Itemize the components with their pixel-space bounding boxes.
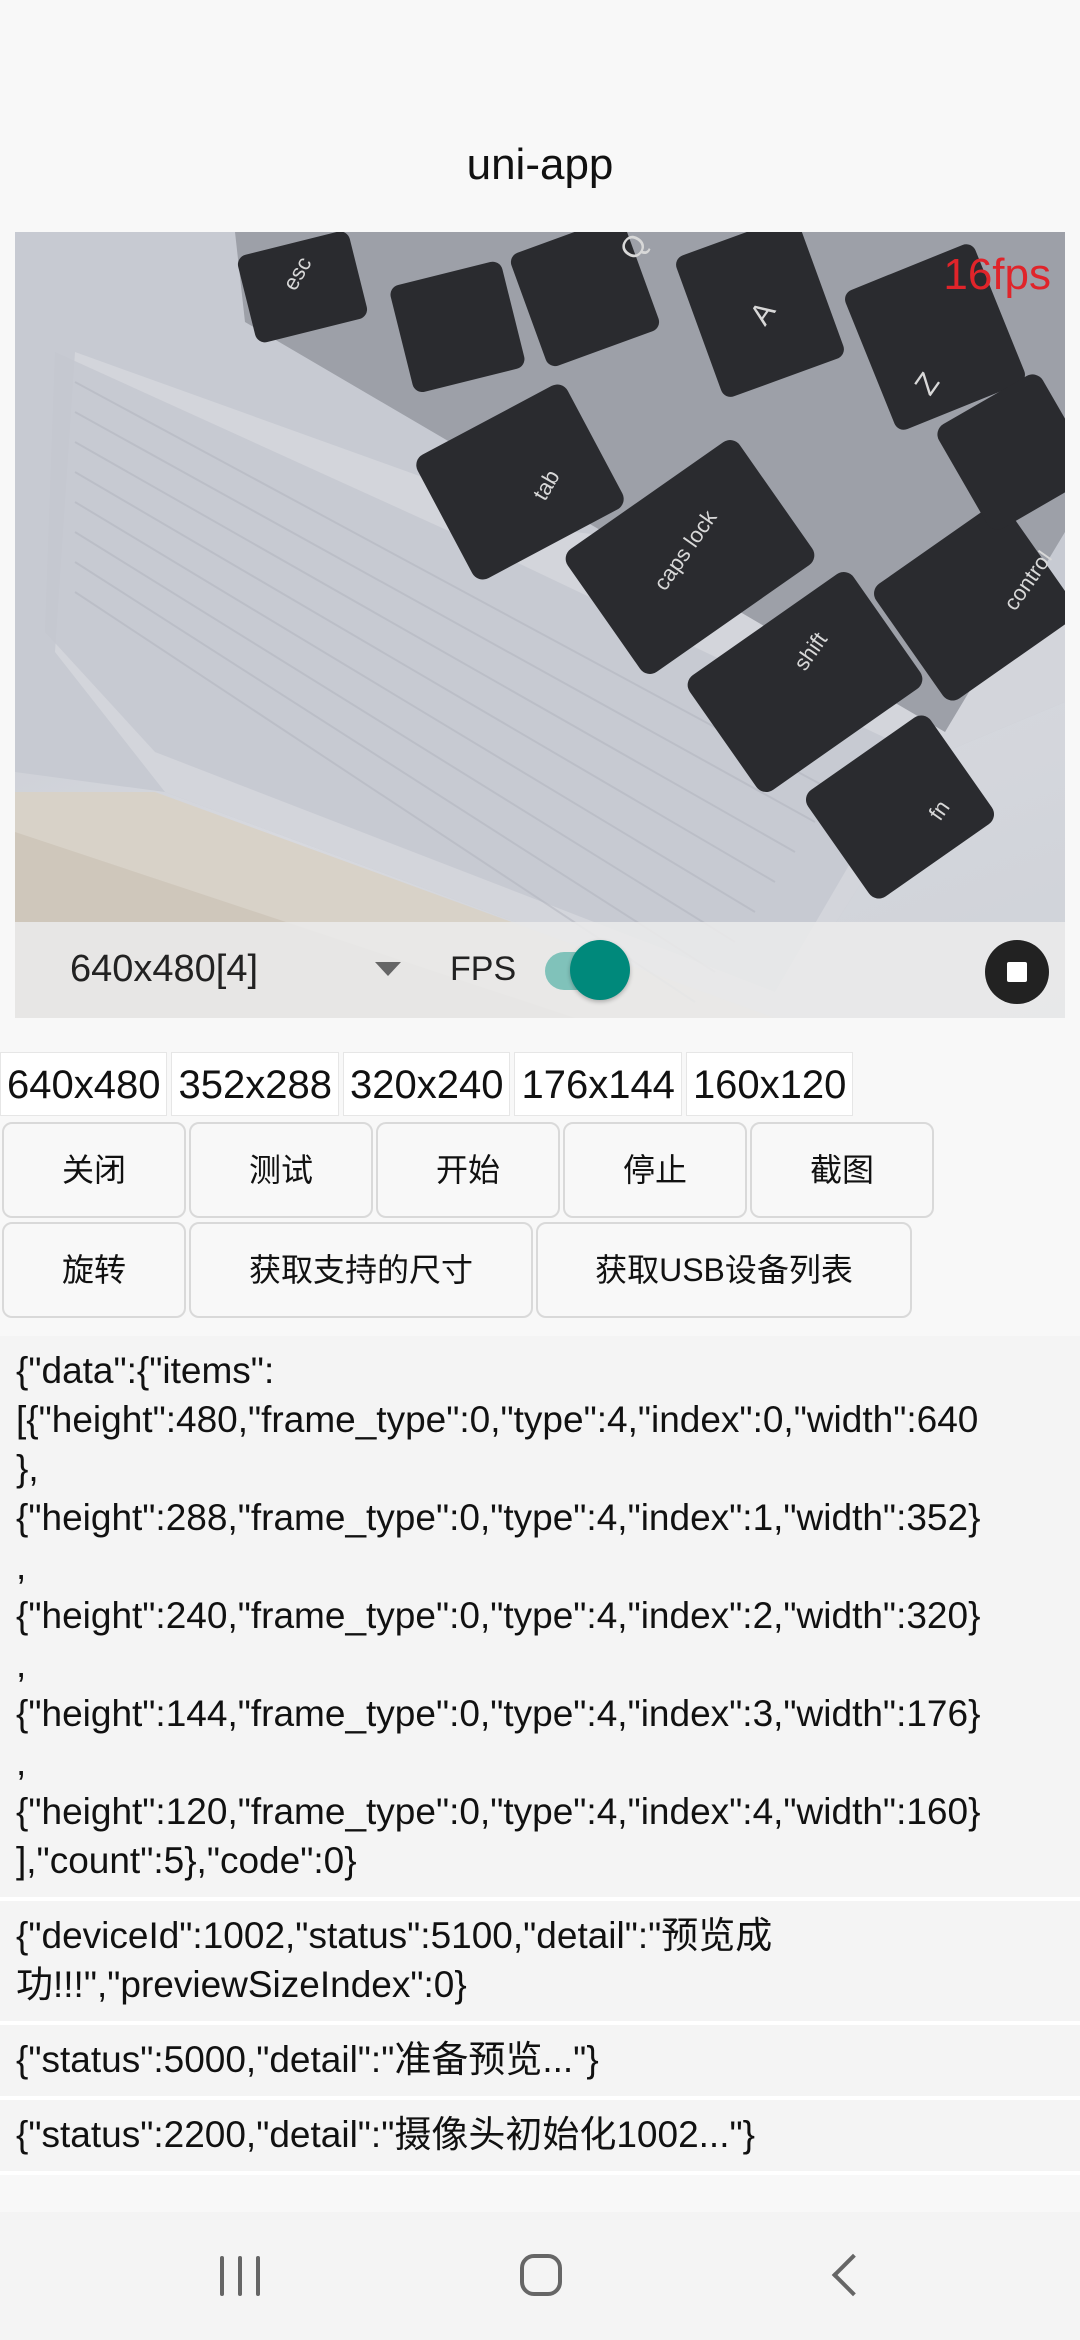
recents-icon[interactable] xyxy=(220,2256,264,2296)
resolution-list: 640x480 352x288 320x240 176x144 160x120 xyxy=(0,1052,854,1116)
resolution-option[interactable]: 160x120 xyxy=(685,1052,854,1116)
log-item: {"data":{"items": [{"height":480,"frame_… xyxy=(0,1336,1080,1901)
preview-size-select[interactable]: 640x480[4] xyxy=(70,948,258,991)
resolution-option[interactable]: 352x288 xyxy=(171,1052,339,1116)
home-icon[interactable] xyxy=(520,2254,562,2296)
close-button[interactable]: 关闭 xyxy=(2,1122,186,1218)
test-button[interactable]: 测试 xyxy=(189,1122,373,1218)
page-title: uni-app xyxy=(466,140,614,189)
chevron-down-icon[interactable] xyxy=(375,962,401,976)
screenshot-button[interactable]: 截图 xyxy=(750,1122,934,1218)
log-item: {"deviceId":1002,"status":5100,"detail":… xyxy=(0,1901,1080,2025)
resolution-option[interactable]: 320x240 xyxy=(342,1052,511,1116)
get-supported-sizes-button[interactable]: 获取支持的尺寸 xyxy=(189,1222,533,1318)
camera-frame-image: esc tab caps lock shift fn control A Z Q xyxy=(15,232,1065,1018)
log-item: {"status":2200,"detail":"摄像头初始化1002..."} xyxy=(0,2100,1080,2175)
stop-icon[interactable] xyxy=(985,940,1049,1004)
camera-preview[interactable]: esc tab caps lock shift fn control A Z Q… xyxy=(15,232,1065,1018)
log-item: {"status":5000,"detail":"准备预览..."} xyxy=(0,2025,1080,2100)
get-usb-device-list-button[interactable]: 获取USB设备列表 xyxy=(536,1222,912,1318)
system-nav-bar xyxy=(0,2212,1080,2340)
start-button[interactable]: 开始 xyxy=(376,1122,560,1218)
preview-controls-bar: 640x480[4] FPS xyxy=(15,922,1065,1018)
back-icon[interactable] xyxy=(831,2253,875,2297)
resolution-option[interactable]: 640x480 xyxy=(0,1052,168,1116)
rotate-button[interactable]: 旋转 xyxy=(2,1222,186,1318)
app-screen: uni-app esc tab caps lock shift fn contr… xyxy=(0,0,1080,2340)
app-header: uni-app xyxy=(0,0,1080,230)
fps-toggle-knob[interactable] xyxy=(570,940,630,1000)
fps-label: FPS xyxy=(450,950,517,988)
log-list[interactable]: {"data":{"items": [{"height":480,"frame_… xyxy=(0,1336,1080,2206)
stop-button[interactable]: 停止 xyxy=(563,1122,747,1218)
fps-overlay: 16fps xyxy=(943,250,1051,299)
resolution-option[interactable]: 176x144 xyxy=(514,1052,682,1116)
